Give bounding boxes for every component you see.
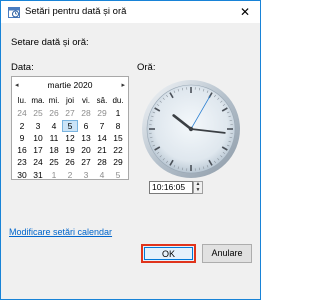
calendar-day[interactable]: 11: [46, 132, 62, 144]
calendar-day[interactable]: 24: [30, 156, 46, 168]
date-label: Data:: [11, 62, 34, 73]
window-title: Setări pentru dată și oră: [25, 6, 127, 17]
calendar-day[interactable]: 20: [78, 144, 94, 156]
calendar-day[interactable]: 26: [46, 107, 62, 119]
calendar-week-row: 2345678: [14, 119, 126, 132]
calendar-day[interactable]: 25: [46, 156, 62, 168]
calendar-day-selected[interactable]: 5: [62, 119, 78, 132]
calendar-week-row: 23 24 25 26 27 28 29: [14, 156, 126, 168]
change-calendar-settings-link[interactable]: Modificare setări calendar: [9, 227, 112, 237]
calendar-day[interactable]: 27: [78, 156, 94, 168]
weekday-label: vi.: [82, 96, 90, 105]
weekday-header-row: lu. ma. mi. joi vi. sâ. du.: [14, 95, 126, 107]
calendar-week-row: 24 25 26 27 28 29 1: [14, 107, 126, 119]
calendar-day[interactable]: 4: [46, 120, 62, 132]
calendar-day[interactable]: 13: [78, 132, 94, 144]
calendar-day[interactable]: 21: [94, 144, 110, 156]
weekday-label: joi: [65, 96, 74, 105]
weekday-label: lu.: [17, 96, 27, 105]
calendar-day[interactable]: 22: [110, 144, 126, 156]
calendar[interactable]: ◂ martie 2020 ▸ lu. ma. mi. joi vi. sâ. du. 24 2…: [11, 76, 129, 180]
calendar-day[interactable]: 14: [94, 132, 110, 144]
calendar-day[interactable]: 5: [110, 169, 126, 181]
date-time-icon: [8, 6, 20, 18]
weekday-label: du.: [112, 96, 124, 105]
ok-button-label: OK: [144, 247, 193, 260]
calendar-day[interactable]: 16: [14, 144, 30, 156]
caption-label: Setare dată și oră:: [11, 37, 89, 48]
title-bar: Setări pentru dată și oră ✕: [1, 1, 260, 23]
calendar-day[interactable]: 28: [94, 156, 110, 168]
calendar-day[interactable]: 29: [110, 156, 126, 168]
calendar-day[interactable]: 28: [78, 107, 94, 119]
calendar-day[interactable]: 1: [110, 107, 126, 119]
calendar-day[interactable]: 27: [62, 107, 78, 119]
weekday-label: mi.: [48, 96, 60, 105]
calendar-day[interactable]: 29: [94, 107, 110, 119]
time-label: Oră:: [137, 62, 156, 73]
calendar-day[interactable]: 23: [14, 156, 30, 168]
cancel-button[interactable]: Anulare: [202, 244, 252, 263]
calendar-day[interactable]: 7: [94, 120, 110, 132]
calendar-day[interactable]: 25: [30, 107, 46, 119]
calendar-week-row: 30 31 1 2 3 4 5: [14, 169, 126, 181]
calendar-day[interactable]: 3: [78, 169, 94, 181]
calendar-header: ◂ martie 2020 ▸: [12, 80, 128, 92]
calendar-day[interactable]: 8: [110, 120, 126, 132]
weekday-label: ma.: [31, 96, 45, 105]
calendar-day[interactable]: 30: [14, 169, 30, 181]
calendar-day[interactable]: 26: [62, 156, 78, 168]
calendar-grid: lu. ma. mi. joi vi. sâ. du. 24 25 26 27 28 29 1 2 3 4 5 6 7…: [14, 95, 126, 181]
close-icon[interactable]: ✕: [230, 1, 260, 23]
next-month-icon[interactable]: ▸: [121, 81, 125, 89]
calendar-week-row: 16 17 18 19 20 21 22: [14, 144, 126, 156]
calendar-day[interactable]: 2: [14, 120, 30, 132]
ok-button[interactable]: OK: [141, 244, 196, 263]
calendar-day[interactable]: 24: [14, 107, 30, 119]
calendar-day[interactable]: 3: [30, 120, 46, 132]
calendar-day[interactable]: 10: [30, 132, 46, 144]
calendar-day[interactable]: 4: [94, 169, 110, 181]
calendar-day[interactable]: 18: [46, 144, 62, 156]
calendar-week-row: 9 10 11 12 13 14 15: [14, 132, 126, 144]
calendar-day[interactable]: 31: [30, 169, 46, 181]
calendar-day[interactable]: 17: [30, 144, 46, 156]
calendar-day[interactable]: 6: [78, 120, 94, 132]
time-input[interactable]: 10:16:05: [149, 181, 193, 194]
calendar-day[interactable]: 12: [62, 132, 78, 144]
calendar-day[interactable]: 9: [14, 132, 30, 144]
date-time-dialog: Setări pentru dată și oră ✕ Setare dată …: [0, 0, 261, 300]
clock-center: [188, 126, 194, 132]
analog-clock: [142, 80, 240, 178]
calendar-day[interactable]: 15: [110, 132, 126, 144]
calendar-day[interactable]: 1: [46, 169, 62, 181]
spin-down-icon[interactable]: ▼: [194, 187, 202, 194]
calendar-day[interactable]: 19: [62, 144, 78, 156]
weekday-label: sâ.: [96, 96, 108, 105]
calendar-day[interactable]: 2: [62, 169, 78, 181]
time-spinner[interactable]: ▲ ▼: [193, 181, 203, 194]
calendar-month-title[interactable]: martie 2020: [12, 80, 128, 90]
